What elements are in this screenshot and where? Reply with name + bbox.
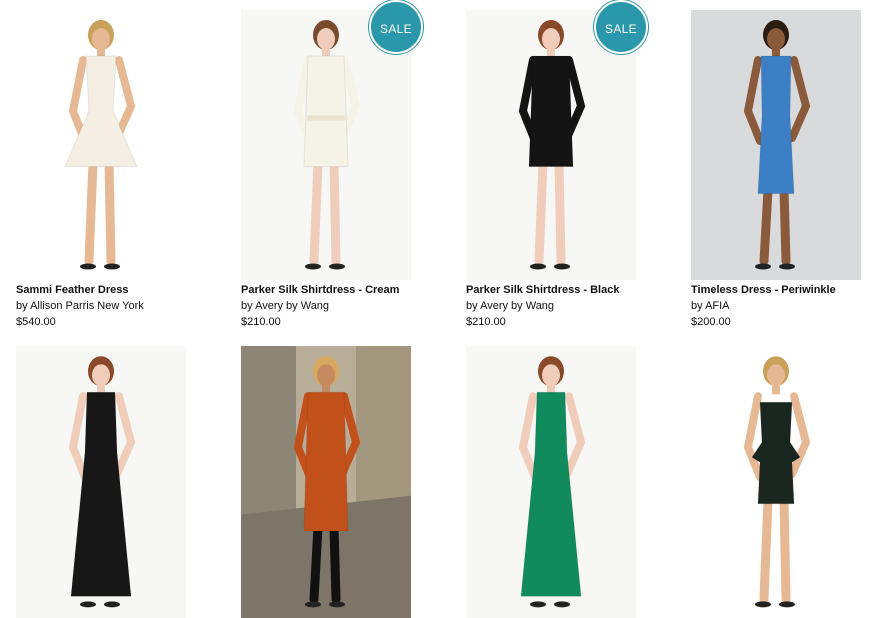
model-photo — [691, 346, 861, 618]
model-leg-left — [759, 185, 773, 266]
product-image[interactable] — [466, 346, 636, 618]
model-shoe-left — [305, 601, 321, 608]
model-leg-right — [779, 185, 791, 266]
model-shoe-right — [554, 601, 570, 608]
product-brand[interactable]: by AFIA — [691, 300, 730, 312]
model-shoe-left — [530, 263, 546, 270]
model-shoe-left — [755, 263, 771, 270]
model-leg-left — [534, 158, 548, 266]
product-name[interactable]: Parker Silk Shirtdress - Cream — [241, 284, 399, 296]
product-price: $200.00 — [691, 316, 731, 328]
product-image[interactable] — [691, 346, 861, 618]
sale-badge: SALE — [594, 0, 648, 54]
model-head — [542, 364, 560, 387]
product-brand[interactable]: by Avery by Wang — [466, 300, 554, 312]
product-image[interactable] — [16, 10, 186, 280]
product-image[interactable] — [16, 346, 186, 618]
model-head — [767, 364, 785, 387]
product-price: $210.00 — [466, 316, 506, 328]
model-head — [317, 28, 335, 50]
model-leg-right — [329, 522, 341, 604]
model-dress — [528, 55, 574, 168]
product-name[interactable]: Sammi Feather Dress — [16, 284, 129, 296]
model-shoe-right — [329, 263, 345, 270]
model-shoe-right — [779, 601, 795, 608]
model-leg-right — [104, 158, 116, 266]
model-shoe-left — [80, 263, 96, 270]
model-photo — [691, 10, 861, 280]
model-dress — [303, 55, 349, 168]
model-photo — [241, 346, 411, 618]
model-leg-left — [309, 158, 323, 266]
product-price: $210.00 — [241, 316, 281, 328]
model-head — [767, 28, 785, 50]
model-head — [317, 364, 335, 387]
model-leg-left — [309, 522, 323, 604]
model-shoe-right — [329, 601, 345, 608]
wall-shadow — [241, 346, 296, 523]
model-shoe-right — [104, 601, 120, 608]
model-head — [92, 28, 110, 50]
model-head — [92, 364, 110, 387]
model-head — [542, 28, 560, 50]
model-shoe-right — [104, 263, 120, 270]
product-name[interactable]: Parker Silk Shirtdress - Black — [466, 284, 619, 296]
model-leg-right — [329, 158, 341, 266]
model-leg-left — [759, 495, 773, 604]
model-photo — [16, 346, 186, 618]
model-shoe-left — [80, 601, 96, 608]
wall-pillar — [356, 346, 411, 510]
product-name[interactable]: Timeless Dress - Periwinkle — [691, 284, 836, 296]
model-dress — [303, 391, 349, 532]
product-brand[interactable]: by Avery by Wang — [241, 300, 329, 312]
sale-badge: SALE — [369, 0, 423, 54]
model-shoe-right — [779, 263, 795, 270]
model-leg-left — [84, 158, 98, 266]
model-leg-right — [554, 158, 566, 266]
product-image[interactable] — [241, 346, 411, 618]
product-image[interactable] — [691, 10, 861, 280]
model-photo — [466, 346, 636, 618]
product-brand[interactable]: by Allison Parris New York — [16, 300, 144, 312]
model-photo — [16, 10, 186, 280]
model-shoe-left — [530, 601, 546, 608]
model-shoe-left — [305, 263, 321, 270]
model-shoe-left — [755, 601, 771, 608]
model-shoe-right — [554, 263, 570, 270]
product-price: $540.00 — [16, 316, 56, 328]
model-neck — [772, 384, 780, 395]
model-leg-right — [779, 495, 791, 604]
model-dress — [757, 55, 795, 195]
